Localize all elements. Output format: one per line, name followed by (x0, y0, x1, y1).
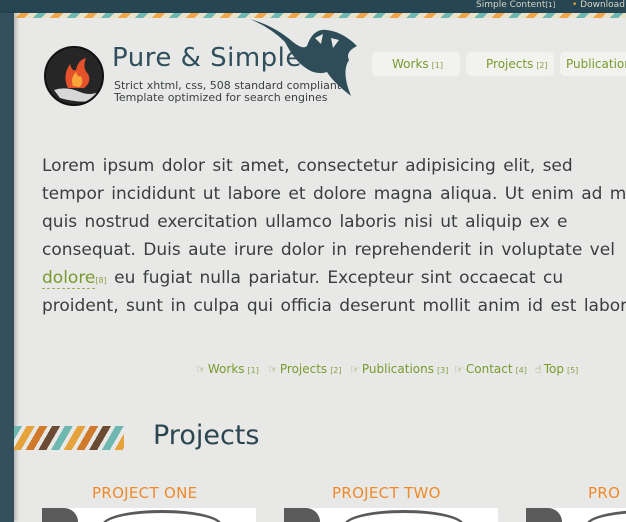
paragraph-line: dolore[8] eu fugiat nulla pariatur. Exce… (42, 264, 626, 292)
project-thumbnail[interactable] (526, 508, 626, 522)
footer-nav-works[interactable]: ☞ Works [1] (196, 362, 259, 376)
left-rail (0, 13, 14, 522)
footer-nav-top[interactable]: ☝ Top [5] (535, 362, 578, 376)
nav-tab-publications[interactable]: Publications (560, 52, 626, 76)
paragraph-line-rest: eu fugiat nulla pariatur. Excepteur sint… (106, 268, 564, 288)
top-bar: Simple Content[1] • Download (0, 0, 626, 13)
footer-nav-projects[interactable]: ☞ Projects [2] (268, 362, 342, 376)
section-title: Projects (153, 420, 260, 451)
intro-paragraph: Lorem ipsum dolor sit amet, consectetur … (42, 152, 626, 320)
flame-hand-icon (54, 58, 98, 102)
project-title-one[interactable]: PROJECT ONE (92, 484, 197, 502)
swan-illustration-icon (250, 19, 357, 96)
pointing-up-hand-icon: ☝ (535, 363, 542, 376)
project-title-three[interactable]: PRO (588, 484, 620, 502)
inline-link-dolore[interactable]: dolore (42, 268, 96, 289)
paragraph-line: proident, sunt in culpa qui officia dese… (42, 296, 626, 316)
project-thumbnail[interactable] (284, 508, 498, 522)
paragraph-line: consequat. Duis aute irure dolor in repr… (42, 240, 615, 260)
topbar-link-simple-content[interactable]: Simple Content[1] (476, 0, 555, 11)
logo[interactable] (44, 46, 104, 106)
nav-tab-works[interactable]: Works [1] (372, 52, 460, 76)
paragraph-line: tempor incididunt ut labore et dolore ma… (42, 184, 626, 204)
footer-nav-publications[interactable]: ☞ Publications [3] (350, 362, 448, 376)
inline-link-number: [8] (95, 276, 107, 285)
pointing-hand-icon: ☞ (196, 363, 206, 376)
pointing-hand-icon: ☞ (454, 363, 464, 376)
section-decorative-stripes (14, 426, 124, 450)
topbar-link-download[interactable]: • Download (572, 0, 625, 11)
footer-nav-contact[interactable]: ☞ Contact [4] (454, 362, 527, 376)
pointing-hand-icon: ☞ (268, 363, 278, 376)
nav-tab-projects[interactable]: Projects [2] (466, 52, 554, 76)
paragraph-line: quis nostrud exercitation ullamco labori… (42, 212, 568, 232)
project-title-two[interactable]: PROJECT TWO (332, 484, 441, 502)
pointing-hand-icon: ☞ (350, 363, 360, 376)
paragraph-line: Lorem ipsum dolor sit amet, consectetur … (42, 156, 573, 176)
project-thumbnail[interactable] (42, 508, 256, 522)
